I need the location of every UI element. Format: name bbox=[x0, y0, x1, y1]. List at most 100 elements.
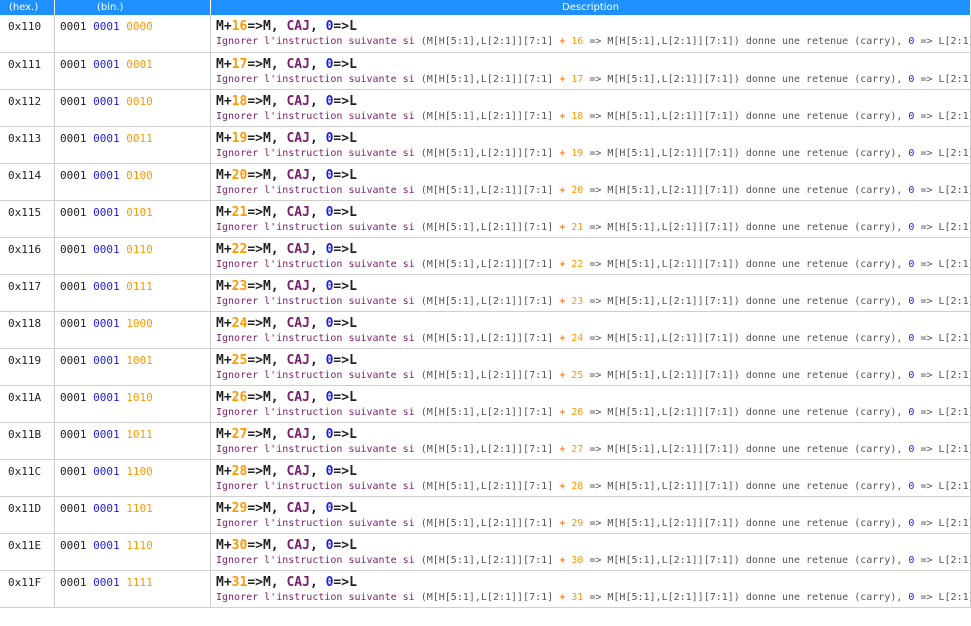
hex-code: 0x119 bbox=[0, 348, 55, 386]
desc-line2-plus: + bbox=[559, 406, 566, 418]
opcode-number: 21 bbox=[571, 221, 584, 233]
bin-group-b: 0001 bbox=[93, 57, 120, 71]
instruction-explanation: Ignorer l'instruction suivante si (M[H[5… bbox=[216, 590, 971, 605]
bin-group-c: 0001 bbox=[126, 57, 153, 71]
instruction-explanation: Ignorer l'instruction suivante si (M[H[5… bbox=[216, 146, 971, 161]
desc-line2-a: Ignorer l'instruction suivante si bbox=[216, 184, 421, 196]
instruction-description: M+27=>M, CAJ, 0=>L Ignorer l'instruction… bbox=[210, 422, 971, 460]
desc-line1-caj: CAJ bbox=[286, 241, 310, 257]
bin-group-a: 0001 bbox=[60, 464, 87, 478]
bin-group-a: 0001 bbox=[60, 501, 87, 515]
desc-line2-b: (M[H[5:1],L[2:1]][7:1] bbox=[420, 295, 560, 307]
instruction-explanation: Ignorer l'instruction suivante si (M[H[5… bbox=[216, 257, 971, 272]
instruction-description: M+19=>M, CAJ, 0=>L Ignorer l'instruction… bbox=[210, 126, 971, 164]
hex-value: 0x11C bbox=[8, 464, 42, 478]
desc-line2-d: => L[2:1] bbox=[914, 591, 971, 603]
desc-line2-c: => M[H[5:1],L[2:1]][7:1]) donne une rete… bbox=[583, 184, 909, 196]
bin-group-a: 0001 bbox=[60, 131, 87, 145]
desc-line2-b: (M[H[5:1],L[2:1]][7:1] bbox=[420, 591, 560, 603]
hex-value: 0x116 bbox=[8, 242, 42, 256]
instruction-description: M+17=>M, CAJ, 0=>L Ignorer l'instruction… bbox=[210, 52, 971, 90]
desc-line2-a: Ignorer l'instruction suivante si bbox=[216, 147, 421, 159]
table-body: 0x110 0001 0001 0000 M+16=>M, CAJ, 0=>L … bbox=[0, 15, 971, 608]
desc-line2-plus: + bbox=[559, 554, 566, 566]
bin-group-c: 0010 bbox=[126, 94, 153, 108]
desc-line2-d: => L[2:1] bbox=[914, 517, 971, 529]
desc-line1-mid: =>M, bbox=[247, 574, 287, 590]
hex-value: 0x118 bbox=[8, 316, 42, 330]
hex-code: 0x112 bbox=[0, 89, 55, 127]
opcode-number: 19 bbox=[231, 130, 248, 146]
instruction-mnemonic: M+20=>M, CAJ, 0=>L bbox=[216, 168, 970, 183]
header-description: Description bbox=[210, 0, 971, 15]
binary-code: 0001 0001 0011 bbox=[54, 126, 211, 164]
desc-line2-d: => L[2:1] bbox=[914, 369, 971, 381]
desc-line1-end: =>L bbox=[333, 315, 357, 331]
desc-line1-mid: =>M, bbox=[247, 19, 287, 34]
binary-code: 0001 0001 1111 bbox=[54, 570, 211, 608]
desc-line2-d: => L[2:1] bbox=[914, 443, 971, 455]
desc-line2-d: => L[2:1] bbox=[914, 258, 971, 270]
desc-line1-end: =>L bbox=[333, 93, 357, 109]
opcode-number: 30 bbox=[571, 554, 584, 566]
desc-line1-mid: =>M, bbox=[247, 93, 287, 109]
table-row: 0x113 0001 0001 0011 M+19=>M, CAJ, 0=>L … bbox=[0, 126, 971, 164]
desc-line2-c: => M[H[5:1],L[2:1]][7:1]) donne une rete… bbox=[583, 332, 909, 344]
desc-line1-sep: , bbox=[309, 130, 326, 146]
table-row: 0x115 0001 0001 0101 M+21=>M, CAJ, 0=>L … bbox=[0, 200, 971, 238]
instruction-mnemonic: M+21=>M, CAJ, 0=>L bbox=[216, 205, 970, 220]
desc-line2-c: => M[H[5:1],L[2:1]][7:1]) donne une rete… bbox=[583, 554, 909, 566]
opcode-number: 25 bbox=[571, 369, 584, 381]
instruction-description: M+23=>M, CAJ, 0=>L Ignorer l'instruction… bbox=[210, 274, 971, 312]
desc-line2-b: (M[H[5:1],L[2:1]][7:1] bbox=[420, 147, 560, 159]
instruction-explanation: Ignorer l'instruction suivante si (M[H[5… bbox=[216, 72, 971, 87]
instruction-mnemonic: M+16=>M, CAJ, 0=>L bbox=[216, 19, 970, 34]
bin-group-b: 0001 bbox=[93, 575, 120, 589]
desc-line2-d: => L[2:1] bbox=[914, 221, 971, 233]
opcode-number: 17 bbox=[571, 73, 584, 85]
opcode-number: 31 bbox=[231, 574, 248, 590]
desc-line1-caj: CAJ bbox=[286, 500, 310, 516]
bin-group-c: 1110 bbox=[126, 538, 153, 552]
bin-group-b: 0001 bbox=[93, 205, 120, 219]
hex-code: 0x113 bbox=[0, 126, 55, 164]
desc-line2-c: => M[H[5:1],L[2:1]][7:1]) donne une rete… bbox=[583, 591, 909, 603]
desc-line1-end: =>L bbox=[333, 463, 357, 479]
hex-value: 0x11E bbox=[8, 538, 42, 552]
desc-line1-prefix: M+ bbox=[216, 537, 232, 553]
desc-line2-c: => M[H[5:1],L[2:1]][7:1]) donne une rete… bbox=[583, 36, 909, 47]
desc-line1-prefix: M+ bbox=[216, 574, 232, 590]
desc-line2-c: => M[H[5:1],L[2:1]][7:1]) donne une rete… bbox=[583, 295, 909, 307]
opcode-number: 24 bbox=[571, 332, 584, 344]
opcode-table: (hex.) (bin.) Description 0x110 0001 000… bbox=[0, 0, 971, 608]
table-row: 0x11D 0001 0001 1101 M+29=>M, CAJ, 0=>L … bbox=[0, 496, 971, 534]
desc-line1-sep: , bbox=[309, 241, 326, 257]
binary-code: 0001 0001 0100 bbox=[54, 163, 211, 201]
desc-line1-sep: , bbox=[309, 278, 326, 294]
desc-line2-a: Ignorer l'instruction suivante si bbox=[216, 369, 421, 381]
desc-line2-plus: + bbox=[559, 73, 566, 85]
binary-code: 0001 0001 1101 bbox=[54, 496, 211, 534]
desc-line1-caj: CAJ bbox=[286, 389, 310, 405]
desc-line2-b: (M[H[5:1],L[2:1]][7:1] bbox=[420, 554, 560, 566]
bin-group-a: 0001 bbox=[60, 575, 87, 589]
header-row: (hex.) (bin.) Description bbox=[0, 0, 971, 15]
instruction-explanation: Ignorer l'instruction suivante si (M[H[5… bbox=[216, 442, 971, 457]
bin-group-c: 0000 bbox=[126, 20, 153, 33]
desc-line1-end: =>L bbox=[333, 389, 357, 405]
desc-line2-d: => L[2:1] bbox=[914, 554, 971, 566]
instruction-mnemonic: M+29=>M, CAJ, 0=>L bbox=[216, 501, 970, 516]
desc-line1-mid: =>M, bbox=[247, 537, 287, 553]
hex-code: 0x118 bbox=[0, 311, 55, 349]
table-row: 0x119 0001 0001 1001 M+25=>M, CAJ, 0=>L … bbox=[0, 348, 971, 386]
bin-group-b: 0001 bbox=[93, 20, 120, 33]
instruction-mnemonic: M+18=>M, CAJ, 0=>L bbox=[216, 94, 970, 109]
instruction-explanation: Ignorer l'instruction suivante si (M[H[5… bbox=[216, 553, 971, 568]
desc-line2-d: => L[2:1] bbox=[914, 184, 971, 196]
instruction-mnemonic: M+31=>M, CAJ, 0=>L bbox=[216, 575, 970, 590]
desc-line1-mid: =>M, bbox=[247, 500, 287, 516]
opcode-number: 23 bbox=[571, 295, 584, 307]
instruction-explanation: Ignorer l'instruction suivante si (M[H[5… bbox=[216, 516, 971, 531]
desc-line1-end: =>L bbox=[333, 130, 357, 146]
opcode-number: 29 bbox=[571, 517, 584, 529]
